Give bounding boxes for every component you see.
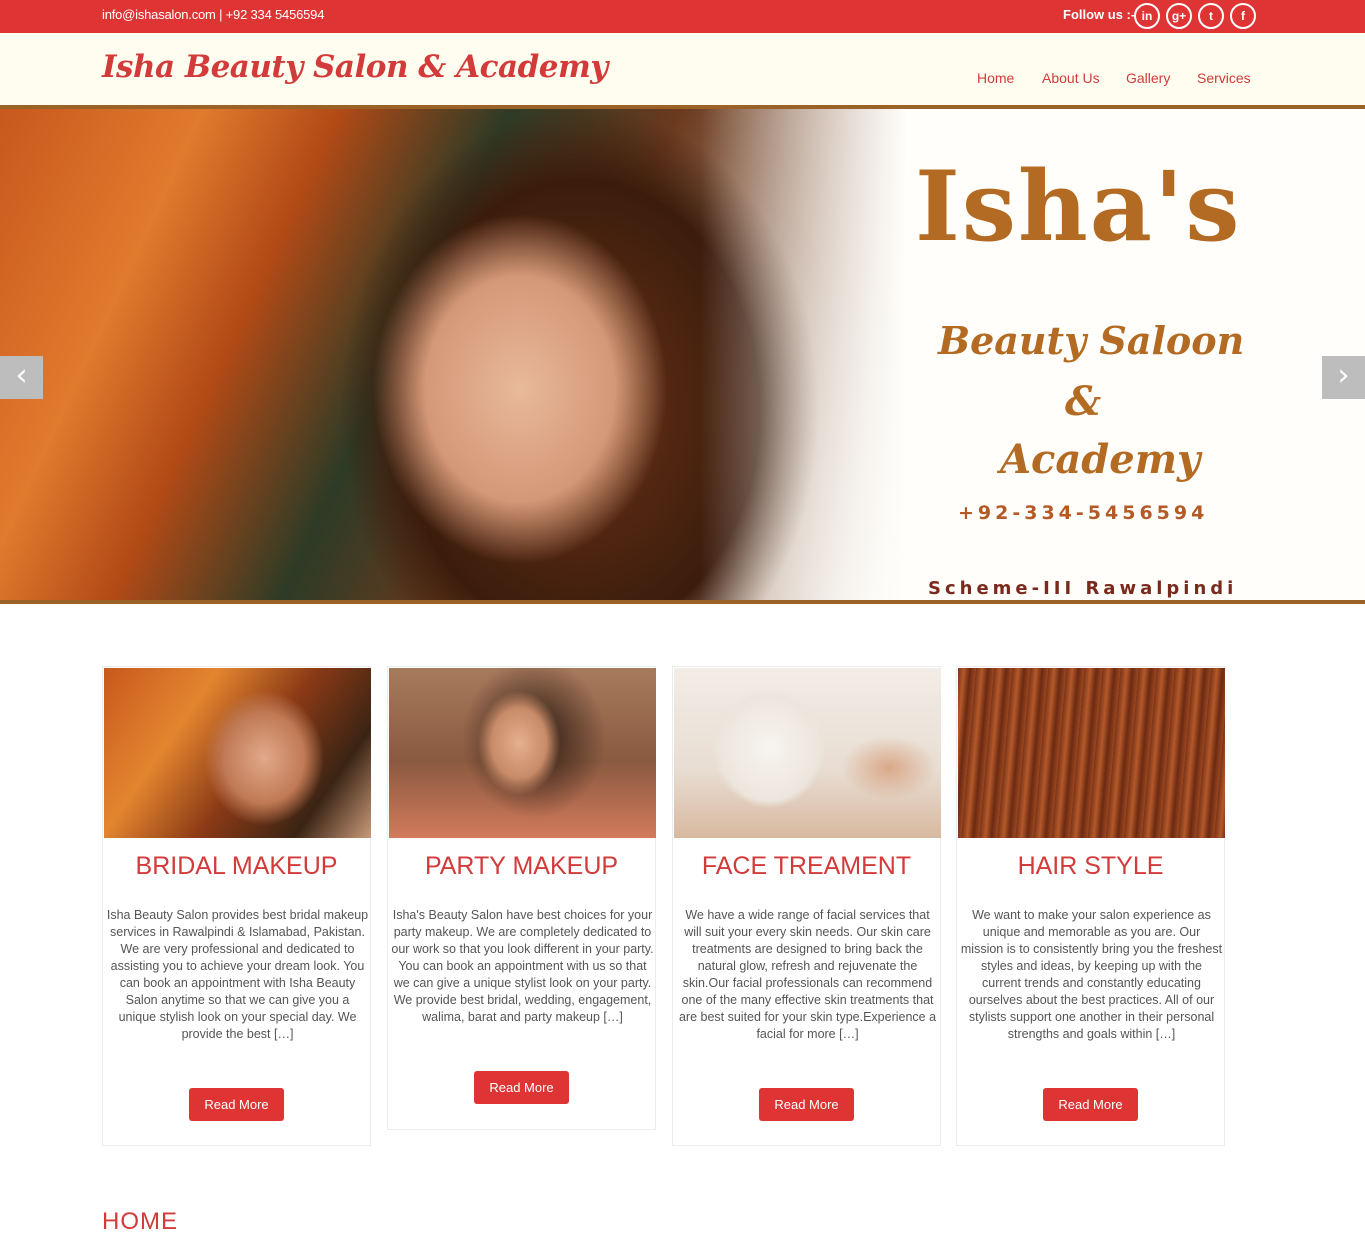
- service-card-bridal: BRIDAL MAKEUP Isha Beauty Salon provides…: [102, 666, 371, 1146]
- section-title: HOME: [102, 1208, 178, 1235]
- service-card-face: FACE TREAMENT We have a wide range of fa…: [672, 666, 941, 1146]
- service-description: We want to make your salon experience as…: [960, 908, 1223, 1041]
- read-more-button[interactable]: Read More: [189, 1088, 284, 1121]
- service-description: We have a wide range of facial services …: [678, 908, 937, 1041]
- slider-phone: +92-334-5456594: [958, 502, 1209, 524]
- slider-brand-title: Isha's: [915, 150, 1242, 263]
- linkedin-icon[interactable]: in: [1134, 3, 1160, 29]
- site-logo[interactable]: Isha Beauty Salon & Academy: [102, 49, 608, 85]
- nav-gallery[interactable]: Gallery: [1126, 70, 1170, 86]
- nav-about-us[interactable]: About Us: [1042, 70, 1100, 86]
- service-card-party: PARTY MAKEUP Isha's Beauty Salon have be…: [387, 666, 656, 1130]
- slider-next-icon[interactable]: ›: [1322, 356, 1365, 399]
- slider-address: Scheme-III Rawalpindi: [928, 578, 1238, 599]
- bridal-makeup-image: [104, 668, 371, 838]
- follow-us-label: Follow us :-: [1063, 7, 1136, 22]
- top-bar: info@ishasalon.com | +92 334 5456594 Fol…: [0, 0, 1365, 33]
- nav-services[interactable]: Services: [1197, 70, 1251, 86]
- service-title: FACE TREAMENT: [701, 852, 912, 880]
- slider-brand-line3: Academy: [1000, 436, 1201, 483]
- hair-style-image: [958, 668, 1225, 838]
- slider-frame-bottom: [0, 600, 1365, 604]
- service-card-hair: HAIR STYLE We want to make your salon ex…: [956, 666, 1225, 1146]
- party-makeup-image: [389, 668, 656, 838]
- read-more-button[interactable]: Read More: [1043, 1088, 1138, 1121]
- contact-info: info@ishasalon.com | +92 334 5456594: [102, 7, 325, 22]
- service-description: Isha's Beauty Salon have best choices fo…: [391, 908, 654, 1024]
- read-more-button[interactable]: Read More: [759, 1088, 854, 1121]
- service-description: Isha Beauty Salon provides best bridal m…: [106, 908, 369, 1041]
- slider-prev-icon[interactable]: ‹: [0, 356, 43, 399]
- slider-brand-line1: Beauty Saloon: [938, 318, 1245, 363]
- site-header: Isha Beauty Salon & Academy Home About U…: [0, 33, 1365, 105]
- nav-home[interactable]: Home: [977, 70, 1014, 86]
- read-more-button[interactable]: Read More: [474, 1071, 569, 1104]
- facebook-icon[interactable]: f: [1230, 3, 1256, 29]
- twitter-icon[interactable]: t: [1198, 3, 1224, 29]
- slider-brand-line2: &: [1065, 378, 1102, 425]
- face-treatment-image: [674, 668, 941, 838]
- service-title: BRIDAL MAKEUP: [135, 852, 338, 880]
- service-title: HAIR STYLE: [1017, 852, 1164, 880]
- google-plus-icon[interactable]: g+: [1166, 3, 1192, 29]
- service-title: PARTY MAKEUP: [424, 852, 619, 880]
